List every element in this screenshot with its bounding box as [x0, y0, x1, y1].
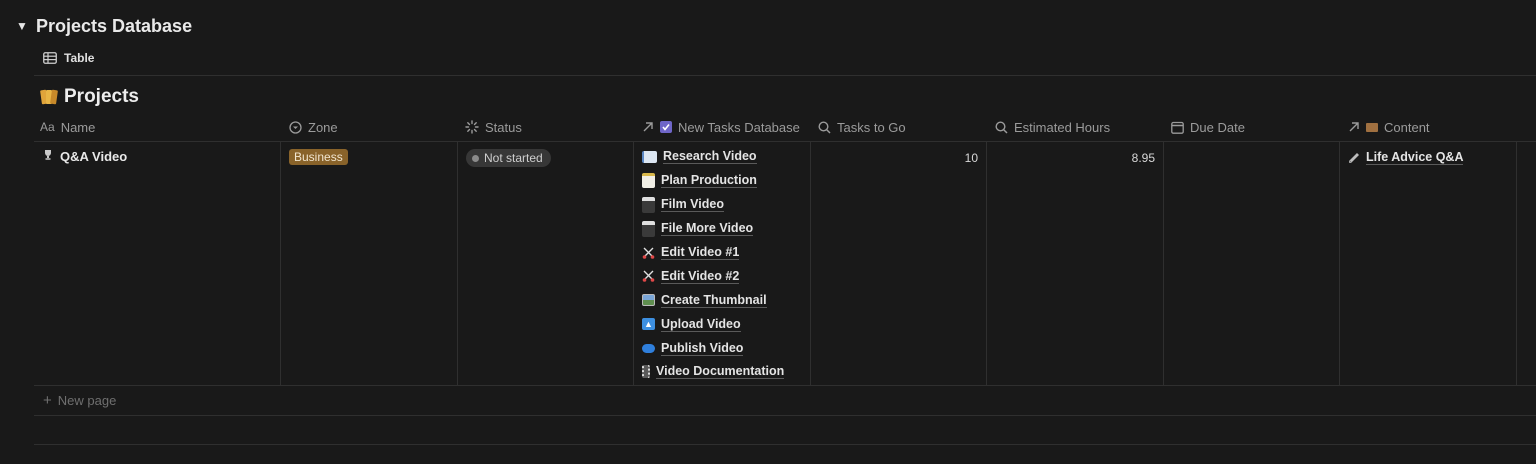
- cell-content[interactable]: Life Advice Q&A: [1340, 142, 1516, 171]
- relation-arrow-icon: [643, 122, 653, 132]
- books-icon: [40, 87, 60, 107]
- task-link[interactable]: Film Video: [642, 193, 802, 217]
- scissors-icon: [642, 247, 655, 259]
- task-label: Publish Video: [661, 340, 744, 356]
- view-tab-table[interactable]: Table: [43, 50, 94, 66]
- clapper-icon: [642, 220, 655, 237]
- task-label: Create Thumbnail: [661, 292, 767, 308]
- cell-zone[interactable]: Business: [281, 142, 457, 385]
- column-header-content[interactable]: Content: [1342, 113, 1517, 141]
- status-dot-icon: [472, 154, 479, 162]
- column-header-status[interactable]: Status: [459, 113, 634, 141]
- content-link[interactable]: Life Advice Q&A: [1366, 150, 1464, 165]
- triangle-down-icon[interactable]: ▼: [16, 19, 28, 33]
- select-icon: [289, 120, 302, 134]
- task-label: Upload Video: [661, 316, 741, 332]
- projects-title-label: Projects: [64, 86, 139, 107]
- task-list: Research Video Plan Production Film Vide…: [642, 145, 802, 384]
- column-header-label: Content: [1384, 119, 1430, 135]
- column-header-due-date[interactable]: Due Date: [1165, 113, 1340, 141]
- cell-estimated-hours[interactable]: 8.95: [987, 142, 1163, 385]
- column-header-label: Status: [485, 119, 522, 135]
- search-icon: [995, 120, 1008, 134]
- task-label: Edit Video #1: [661, 245, 740, 260]
- calendar-icon: [1171, 121, 1184, 134]
- status-badge[interactable]: Not started: [466, 149, 551, 167]
- cell-due-date[interactable]: [1164, 142, 1339, 385]
- memo-icon: [642, 173, 655, 189]
- blue-circle-icon: [642, 343, 655, 353]
- task-link[interactable]: ▲ Upload Video: [642, 312, 802, 336]
- column-header-label: New Tasks Database: [678, 119, 800, 135]
- row-name: Q&A Video: [60, 149, 128, 164]
- status-icon: [465, 120, 479, 134]
- column-header-label: Tasks to Go: [837, 119, 906, 135]
- task-label: Film Video: [661, 197, 724, 213]
- task-label: Plan Production: [661, 173, 757, 189]
- task-link[interactable]: Research Video: [642, 145, 802, 169]
- column-header-tasks-to-go[interactable]: Tasks to Go: [812, 113, 987, 141]
- up-arrow-icon: ▲: [642, 318, 655, 331]
- task-label: File More Video: [661, 221, 754, 237]
- column-header-label: Name: [60, 119, 96, 135]
- column-header-label: Due Date: [1190, 119, 1245, 135]
- checkbox-icon: [660, 121, 672, 133]
- task-link[interactable]: File More Video: [642, 217, 802, 241]
- relation-arrow-icon: [1349, 122, 1359, 132]
- book-icon: [642, 150, 657, 163]
- zone-tag[interactable]: Business: [289, 149, 348, 165]
- task-label: Research Video: [663, 149, 757, 165]
- trophy-icon: [42, 149, 54, 161]
- divider: [34, 444, 1536, 445]
- task-link[interactable]: Plan Production: [642, 169, 802, 193]
- plus-icon: +: [43, 391, 52, 409]
- projects-title[interactable]: Projects: [40, 86, 139, 108]
- table-header: Aa Name Zone Status New Tasks Database T…: [34, 113, 1536, 142]
- column-header-estimated-hours[interactable]: Estimated Hours: [989, 113, 1164, 141]
- cell-status[interactable]: Not started: [458, 142, 633, 385]
- status-label: Not started: [484, 151, 543, 165]
- task-label: Edit Video #2: [661, 268, 740, 284]
- task-link[interactable]: Create Thumbnail: [642, 288, 802, 312]
- cell-tasks-to-go[interactable]: 10: [811, 142, 986, 385]
- database-header: ▼ Projects Database: [16, 14, 192, 38]
- task-link[interactable]: Video Documentation: [642, 360, 802, 384]
- clapper-icon: [642, 196, 655, 213]
- film-strip-icon: [642, 365, 650, 379]
- cell-name[interactable]: Q&A Video: [34, 142, 280, 385]
- table-icon: [43, 52, 57, 64]
- picture-icon: [642, 294, 655, 307]
- scissors-icon: [642, 270, 655, 283]
- column-header-label: Estimated Hours: [1014, 119, 1111, 135]
- task-link[interactable]: Edit Video #2: [642, 264, 802, 288]
- projects-table: Aa Name Zone Status New Tasks Database T…: [34, 113, 1536, 386]
- text-aa-icon: Aa: [40, 120, 55, 134]
- task-label: Video Documentation: [656, 364, 785, 380]
- table-row[interactable]: Q&A Video Business Not started Research …: [34, 142, 1536, 386]
- column-header-label: Zone: [308, 119, 338, 135]
- divider: [34, 75, 1536, 76]
- column-header-name[interactable]: Aa Name: [34, 113, 281, 141]
- view-tab-label: Table: [64, 51, 95, 65]
- cell-tasks[interactable]: Research Video Plan Production Film Vide…: [634, 142, 810, 385]
- task-link[interactable]: Edit Video #1: [642, 241, 802, 265]
- pen-icon: [1348, 152, 1360, 164]
- new-page-button[interactable]: + New page: [34, 386, 1536, 416]
- column-header-zone[interactable]: Zone: [283, 113, 458, 141]
- database-title[interactable]: Projects Database: [36, 16, 192, 37]
- folder-icon: [1366, 122, 1378, 132]
- search-icon: [818, 120, 831, 134]
- new-page-label: New page: [57, 393, 117, 408]
- column-header-new-tasks-database[interactable]: New Tasks Database: [636, 113, 811, 141]
- task-link[interactable]: Publish Video: [642, 336, 802, 360]
